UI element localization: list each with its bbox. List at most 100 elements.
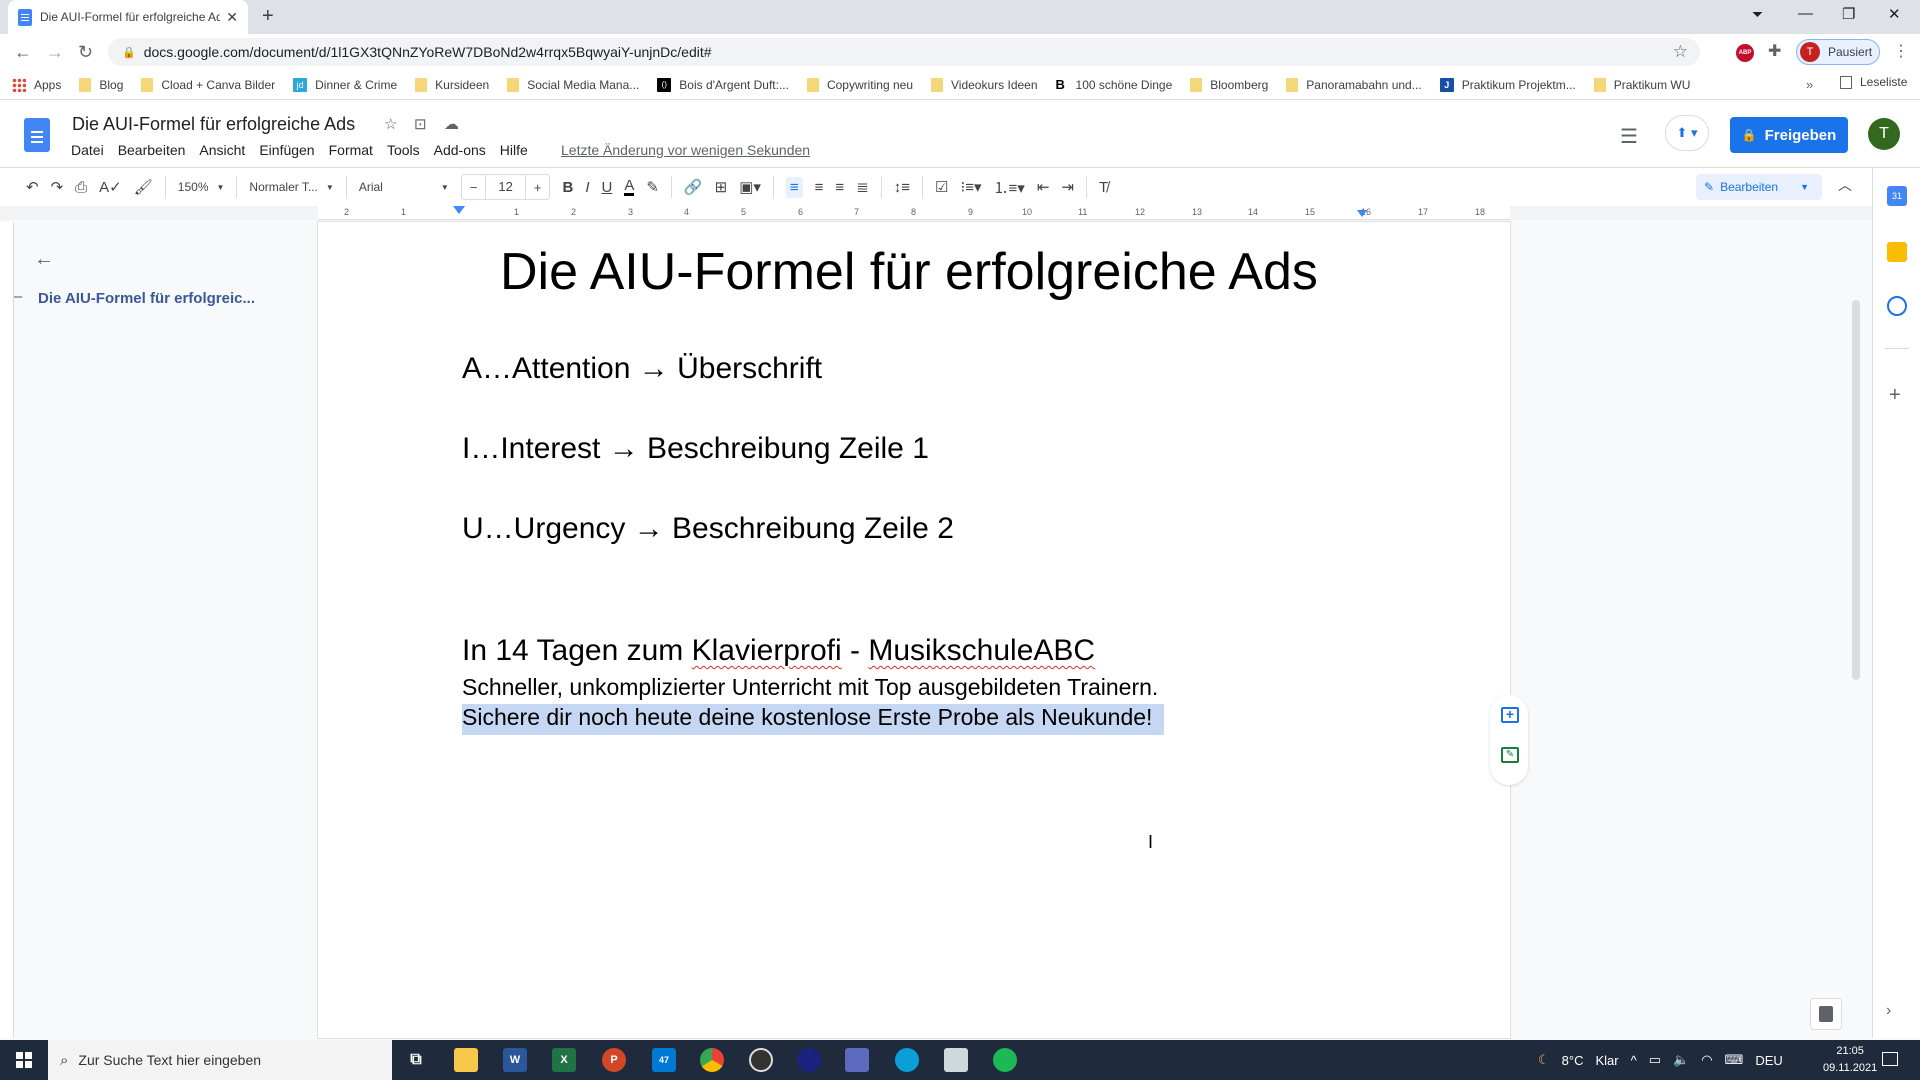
horizontal-ruler[interactable]: 2 1 1 2 3 4 5 6 7 8 9 10 11 12 13 14 15 … xyxy=(318,206,1510,220)
address-bar[interactable]: 🔒 docs.google.com/document/d/1l1GX3tQNnZ… xyxy=(108,38,1700,66)
volume-icon[interactable]: 🔈 xyxy=(1673,1052,1689,1068)
suggest-edit-icon[interactable]: ✎ xyxy=(1501,747,1519,763)
numbered-list-icon[interactable]: ⒈≡▾ xyxy=(994,177,1025,198)
keep-icon[interactable] xyxy=(1887,242,1907,262)
touch-keyboard-icon[interactable]: ⌨ xyxy=(1725,1052,1744,1068)
powerpoint-icon[interactable]: P xyxy=(602,1048,626,1072)
comment-history-icon[interactable]: ☰ xyxy=(1620,124,1638,149)
spotify-icon[interactable] xyxy=(993,1048,1017,1072)
spelling-error-word[interactable]: Klavierprofi xyxy=(692,634,842,667)
bookmark-panoramabahn[interactable]: Panoramabahn und... xyxy=(1286,77,1422,92)
italic-button[interactable]: I xyxy=(585,179,589,196)
hide-menus-chevron-up-icon[interactable]: ︿ xyxy=(1838,175,1852,195)
menu-bearbeiten[interactable]: Bearbeiten xyxy=(118,142,186,158)
new-tab-button[interactable]: + xyxy=(262,5,274,28)
print-icon[interactable]: ⎙ xyxy=(75,179,87,196)
reading-list-button[interactable]: Leseliste xyxy=(1840,75,1907,89)
obs-icon[interactable] xyxy=(749,1048,773,1072)
decrease-indent-icon[interactable]: ⇤ xyxy=(1037,178,1050,196)
font-select[interactable]: Arial ▼ xyxy=(359,180,449,194)
outline-item[interactable]: Die AIU-Formel für erfolgreic... xyxy=(38,290,255,307)
bookmark-cload-canva[interactable]: Cload + Canva Bilder xyxy=(141,77,275,92)
bookmark-apps[interactable]: Apps xyxy=(12,77,61,92)
word-icon[interactable]: W xyxy=(503,1048,527,1072)
bookmark-bloomberg[interactable]: Bloomberg xyxy=(1190,77,1268,92)
share-button[interactable]: 🔒 Freigeben xyxy=(1730,117,1848,153)
increase-indent-icon[interactable]: ⇥ xyxy=(1061,178,1074,196)
user-avatar[interactable]: T xyxy=(1868,118,1900,150)
action-center-icon[interactable] xyxy=(1882,1052,1898,1066)
weather-temperature[interactable]: 8°C xyxy=(1562,1053,1584,1068)
bookmark-praktikum-projekt[interactable]: J Praktikum Projektm... xyxy=(1439,77,1576,92)
align-center-icon[interactable]: ≡ xyxy=(815,179,824,196)
checklist-icon[interactable]: ☑ xyxy=(935,178,948,196)
menu-tools[interactable]: Tools xyxy=(387,142,420,158)
browser-tab-active[interactable]: Die AUI-Formel für erfolgreiche Ads ✕ xyxy=(8,0,248,34)
bulleted-list-icon[interactable]: ⁝≡▾ xyxy=(960,178,981,196)
app-icon[interactable] xyxy=(797,1048,821,1072)
underline-button[interactable]: U xyxy=(601,179,612,196)
align-justify-icon[interactable]: ≣ xyxy=(856,178,869,196)
line-spacing-icon[interactable]: ↕≡ xyxy=(894,179,910,196)
restore-button[interactable]: ❐ xyxy=(1842,5,1855,23)
bookmark-bois-dargent[interactable]: () Bois d'Argent Duft:... xyxy=(657,77,789,92)
more-bookmarks-button[interactable]: » xyxy=(1806,77,1813,92)
last-edit-link[interactable]: Letzte Änderung vor wenigen Sekunden xyxy=(561,142,810,158)
forward-button[interactable]: → xyxy=(46,42,64,63)
bookmark-dinner-crime[interactable]: jd Dinner & Crime xyxy=(293,77,397,92)
calendar-icon[interactable]: 31 xyxy=(1887,186,1907,206)
cloud-saved-icon[interactable]: ☁ xyxy=(444,115,459,133)
font-size-input[interactable]: 12 xyxy=(485,175,526,199)
taskbar-clock[interactable]: 21:05 09.11.2021 xyxy=(1823,1043,1877,1077)
add-addon-plus-icon[interactable]: + xyxy=(1889,384,1901,407)
tab-search-icon[interactable]: ⏷ xyxy=(1752,6,1763,23)
wifi-icon[interactable]: ◠ xyxy=(1701,1052,1712,1068)
document-title[interactable]: Die AUI-Formel für erfolgreiche Ads xyxy=(72,114,355,135)
notepad-icon[interactable] xyxy=(944,1048,968,1072)
zoom-select[interactable]: 150% ▼ xyxy=(178,180,225,194)
bookmark-copywriting[interactable]: Copywriting neu xyxy=(806,77,913,92)
present-button[interactable]: ⬆ ▾ xyxy=(1665,115,1709,151)
increase-font-size-button[interactable]: + xyxy=(526,180,550,195)
undo-icon[interactable]: ↶ xyxy=(26,178,39,196)
bookmark-blog[interactable]: Blog xyxy=(79,77,123,92)
bookmark-kursideen[interactable]: Kursideen xyxy=(415,77,489,92)
close-window-button[interactable]: ✕ xyxy=(1888,5,1901,23)
document-page[interactable]: Die AIU-Formel für erfolgreiche Ads A…At… xyxy=(318,222,1510,1038)
redo-icon[interactable]: ↷ xyxy=(51,178,64,196)
profile-button[interactable]: T Pausiert xyxy=(1796,39,1880,65)
input-language[interactable]: DEU xyxy=(1755,1053,1782,1068)
editing-mode-select[interactable]: ✎ Bearbeiten ▼ xyxy=(1696,174,1822,200)
menu-hilfe[interactable]: Hilfe xyxy=(500,142,528,158)
align-right-icon[interactable]: ≡ xyxy=(835,179,844,196)
mail-icon[interactable]: 47 xyxy=(652,1048,676,1072)
extensions-puzzle-icon[interactable]: ✚ xyxy=(1768,41,1781,61)
explore-button[interactable] xyxy=(1810,998,1842,1030)
add-comment-icon[interactable]: + xyxy=(1501,707,1519,723)
weather-description[interactable]: Klar xyxy=(1595,1053,1618,1068)
show-hidden-icons-chevron-icon[interactable]: ^ xyxy=(1631,1053,1637,1068)
menu-format[interactable]: Format xyxy=(329,142,373,158)
spelling-error-word[interactable]: MusikschuleABC xyxy=(868,634,1095,667)
paint-format-icon[interactable]: 🖌 xyxy=(134,178,153,196)
move-folder-icon[interactable]: ⊡ xyxy=(414,115,427,133)
bookmark-videokurs[interactable]: Videokurs Ideen xyxy=(931,77,1038,92)
file-explorer-icon[interactable] xyxy=(454,1048,478,1072)
text-color-button[interactable]: A xyxy=(624,178,635,196)
reload-button[interactable]: ↻ xyxy=(78,42,93,63)
app-icon[interactable] xyxy=(845,1048,869,1072)
paragraph-style-select[interactable]: Normaler T... ▼ xyxy=(249,180,333,194)
menu-einfuegen[interactable]: Einfügen xyxy=(259,142,314,158)
highlight-color-icon[interactable]: ✎ xyxy=(646,178,659,196)
chrome-menu-icon[interactable]: ⋮ xyxy=(1893,41,1909,61)
minimize-button[interactable]: — xyxy=(1798,5,1813,22)
taskbar-search-input[interactable]: ⌕ Zur Suche Text hier eingeben xyxy=(48,1040,392,1080)
insert-link-icon[interactable]: 🔗 xyxy=(684,178,703,196)
menu-datei[interactable]: Datei xyxy=(71,142,104,158)
google-docs-logo-icon[interactable] xyxy=(24,118,50,152)
decrease-font-size-button[interactable]: − xyxy=(462,180,486,195)
bookmark-social-media[interactable]: Social Media Mana... xyxy=(507,77,639,92)
menu-ansicht[interactable]: Ansicht xyxy=(199,142,245,158)
chrome-icon[interactable] xyxy=(700,1048,724,1072)
star-icon[interactable]: ☆ xyxy=(384,115,397,133)
